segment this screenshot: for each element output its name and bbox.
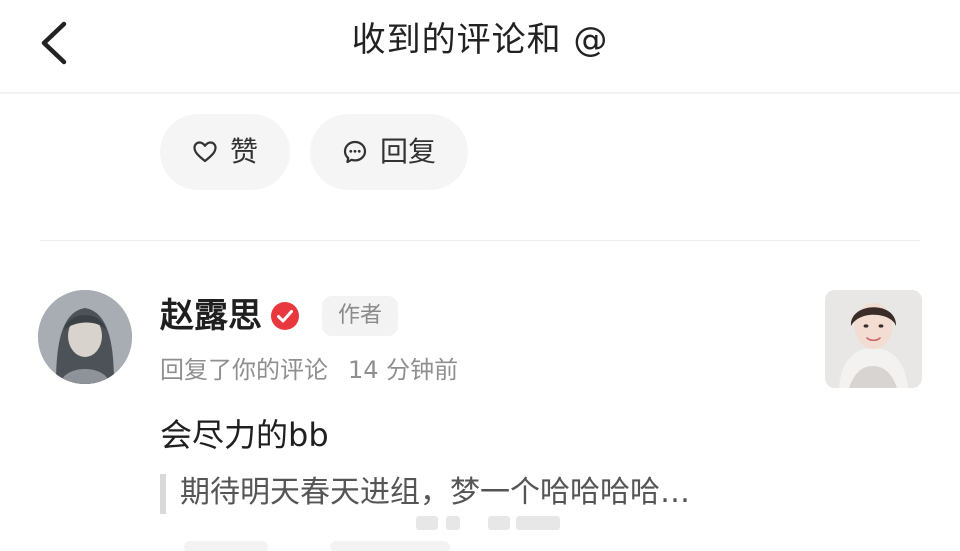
- page-title: 收到的评论和 @: [351, 20, 609, 60]
- quote-bar: [160, 474, 166, 514]
- watermark: [416, 512, 562, 534]
- next-item-placeholder: [184, 541, 268, 551]
- quoted-comment-text: 期待明天春天进组，梦一个哈哈哈哈…: [180, 475, 690, 510]
- top-nav-bar: 收到的评论和 @: [0, 0, 960, 94]
- author-badge: 作者: [322, 296, 398, 336]
- comment-reply-text: 会尽力的bb: [160, 416, 329, 454]
- section-divider: [40, 240, 920, 241]
- reply-label: 回复: [380, 135, 437, 168]
- like-button[interactable]: 赞: [160, 114, 290, 190]
- reply-button[interactable]: 回复: [310, 114, 468, 190]
- comment-action-text: 回复了你的评论: [160, 356, 328, 384]
- avatar[interactable]: [38, 290, 132, 384]
- comment-timestamp: 14 分钟前: [348, 356, 459, 384]
- next-item-placeholder: [330, 541, 450, 551]
- heart-outline-icon: [192, 139, 218, 165]
- verified-check-icon: [270, 301, 300, 331]
- chat-bubble-icon: [342, 139, 368, 165]
- post-thumbnail[interactable]: [825, 290, 922, 388]
- user-name[interactable]: 赵露思: [160, 292, 262, 340]
- comments-screen: 收到的评论和 @ 赞 回复 赵露思 作者 回复了你的评论 14 分钟前 会尽力的…: [0, 0, 960, 551]
- comment-meta: 回复了你的评论 14 分钟前: [160, 352, 458, 388]
- like-label: 赞: [230, 135, 259, 168]
